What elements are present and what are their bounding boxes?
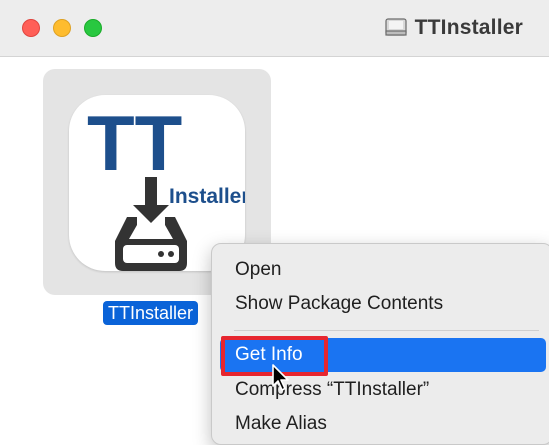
file-name-label[interactable]: TTInstaller — [103, 301, 199, 325]
logo-tt-text: TT — [87, 99, 182, 187]
arrow-cursor-icon — [272, 364, 289, 391]
disk-image-icon — [385, 18, 407, 36]
close-button[interactable] — [22, 19, 40, 37]
finder-window: TTInstaller TT Installer TTInstaller Ope… — [0, 0, 549, 445]
window-title: TTInstaller — [414, 16, 523, 39]
title-bar[interactable]: TTInstaller — [0, 0, 549, 57]
menu-item-open[interactable]: Open — [220, 253, 546, 287]
logo-installer-text: Installer — [169, 185, 245, 208]
menu-item-show-package-contents[interactable]: Show Package Contents — [220, 287, 546, 321]
minimize-button[interactable] — [53, 19, 71, 37]
menu-item-make-alias[interactable]: Make Alias — [220, 407, 546, 441]
maximize-button[interactable] — [84, 19, 102, 37]
menu-item-compress[interactable]: Compress “TTInstaller” — [220, 373, 546, 407]
window-title-group: TTInstaller — [385, 14, 523, 42]
menu-separator — [234, 330, 539, 331]
